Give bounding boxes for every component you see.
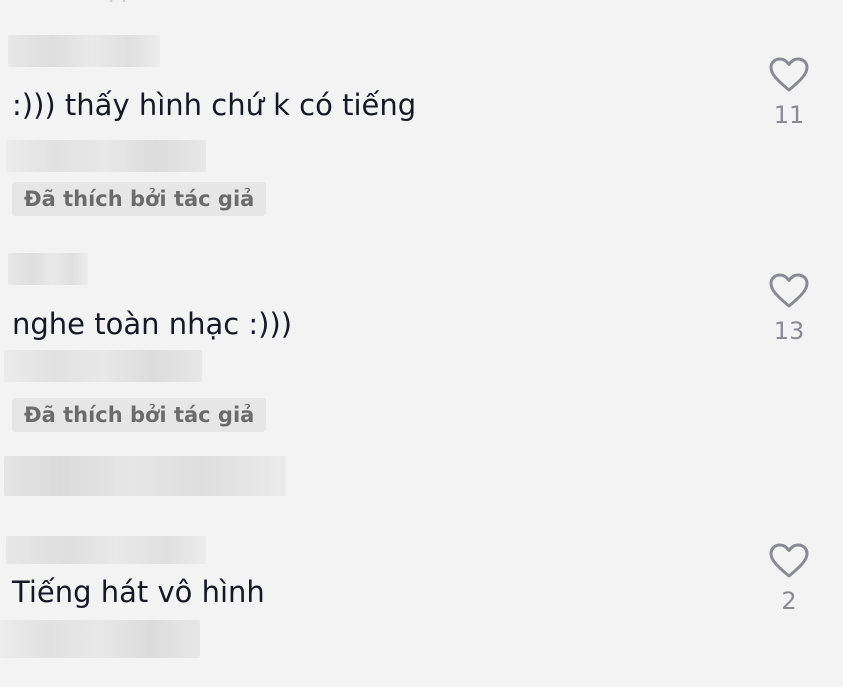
comment-meta-blurred [4, 350, 202, 382]
like-count: 2 [781, 587, 797, 615]
liked-by-author-badge: Đã thích bởi tác giả [12, 182, 267, 216]
like-button[interactable]: 13 [762, 273, 816, 353]
comment-text: :))) thấy hình chứ k có tiếng [12, 88, 417, 122]
comment-text: Tiếng hát vô hình [12, 575, 265, 609]
comment-meta-blurred [0, 620, 200, 658]
like-button[interactable]: 2 [762, 543, 816, 623]
like-button[interactable]: 11 [762, 57, 816, 137]
username-blurred[interactable] [6, 536, 206, 564]
heart-outline-icon [769, 543, 809, 578]
comment-meta-blurred [6, 140, 206, 172]
liked-by-author-badge: Đã thích bởi tác giả [12, 398, 267, 432]
blurred-content [4, 456, 286, 496]
heart-outline-icon [769, 273, 809, 308]
like-count: 11 [773, 101, 805, 129]
username-blurred[interactable] [8, 35, 160, 67]
username-blurred[interactable] [8, 253, 88, 285]
comment-text: nghe toàn nhạc :))) [12, 307, 293, 341]
heart-outline-icon [769, 57, 809, 92]
like-count: 13 [773, 317, 805, 345]
previous-comment-fragment: · · [108, 0, 150, 6]
